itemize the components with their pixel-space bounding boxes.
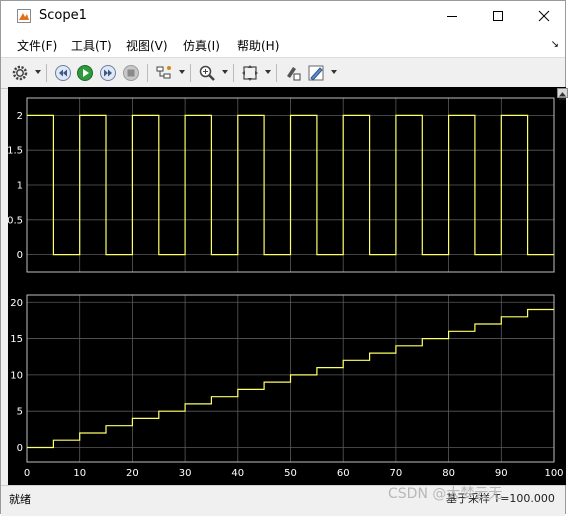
step-forward-icon bbox=[100, 65, 116, 81]
menu-bar: 文件(F) 工具(T) 视图(V) 仿真(I) 帮助(H) ↘ bbox=[1, 31, 565, 57]
y-tick-label: 0 bbox=[17, 250, 23, 261]
toolbar-separator bbox=[233, 64, 234, 82]
autoscale-icon bbox=[242, 65, 258, 81]
y-tick-label: 1 bbox=[17, 181, 23, 192]
x-tick-label: 50 bbox=[284, 468, 297, 479]
highlight-block-icon bbox=[287, 67, 301, 81]
signal-select-icon bbox=[156, 66, 171, 79]
undock-icon bbox=[558, 92, 567, 100]
x-tick-label: 100 bbox=[544, 468, 563, 479]
settings-dropdown-icon[interactable] bbox=[35, 70, 41, 74]
matlab-icon bbox=[17, 9, 31, 23]
style-button[interactable] bbox=[306, 63, 326, 83]
y-tick-label: 5 bbox=[17, 407, 23, 418]
autoscale-dropdown-icon[interactable] bbox=[265, 70, 271, 74]
stop-button[interactable] bbox=[121, 63, 141, 83]
zoom-button[interactable] bbox=[197, 63, 217, 83]
toolbar-separator bbox=[46, 64, 47, 82]
scope-plots[interactable]: 0 0.5 1 1.5 2 0 5 10 15 20 0 10 20 30 40 50 60 70 80 90 100 bbox=[7, 87, 566, 485]
x-tick-label: 0 bbox=[24, 468, 30, 479]
menu-dock-icon[interactable]: ↘ bbox=[551, 39, 559, 50]
plot-area: 0 0.5 1 1.5 2 0 5 10 15 20 0 10 20 30 40 50 60 70 80 90 100 bbox=[7, 87, 568, 485]
autoscale-button[interactable] bbox=[240, 63, 260, 83]
style-dropdown-icon[interactable] bbox=[331, 70, 337, 74]
x-tick-label: 40 bbox=[231, 468, 244, 479]
x-tick-label: 10 bbox=[73, 468, 86, 479]
highlight-block-button[interactable] bbox=[283, 63, 303, 83]
x-tick-label: 90 bbox=[495, 468, 508, 479]
menu-view[interactable]: 视图(V) bbox=[126, 37, 168, 54]
step-back-button[interactable] bbox=[53, 63, 73, 83]
signal-select-dropdown-icon[interactable] bbox=[179, 70, 185, 74]
y-tick-label: 20 bbox=[10, 298, 23, 309]
toolbar-separator bbox=[276, 64, 277, 82]
undock-button[interactable] bbox=[557, 88, 568, 100]
minimize-icon bbox=[447, 16, 457, 17]
y-tick-label: 0 bbox=[17, 443, 23, 454]
run-icon bbox=[77, 65, 93, 81]
upper-axes: 0 0.5 1 1.5 2 bbox=[7, 97, 555, 273]
x-tick-label: 70 bbox=[390, 468, 403, 479]
toolbar bbox=[1, 57, 565, 89]
zoom-dropdown-icon[interactable] bbox=[222, 70, 228, 74]
lower-axes: 0 5 10 15 20 0 10 20 30 40 50 60 70 80 90 100 bbox=[10, 294, 564, 479]
step-back-icon bbox=[55, 65, 71, 81]
menu-simulation[interactable]: 仿真(I) bbox=[183, 37, 220, 54]
y-tick-label: 1.5 bbox=[8, 146, 23, 157]
menu-help[interactable]: 帮助(H) bbox=[237, 37, 279, 54]
settings-button[interactable] bbox=[10, 63, 30, 83]
title-bar[interactable]: Scope1 bbox=[1, 1, 565, 31]
close-icon bbox=[538, 10, 550, 22]
scope-window: Scope1 文件(F) 工具(T) 视图(V) 仿真(I) 帮助(H) ↘ 0… bbox=[0, 0, 568, 516]
x-tick-label: 30 bbox=[179, 468, 192, 479]
square-wave-trace bbox=[27, 114, 554, 256]
style-icon bbox=[308, 65, 324, 81]
settings-icon bbox=[12, 65, 28, 81]
zoom-icon bbox=[199, 65, 215, 81]
menu-file[interactable]: 文件(F) bbox=[17, 37, 57, 54]
maximize-button[interactable] bbox=[475, 1, 521, 31]
run-button[interactable] bbox=[75, 63, 95, 83]
y-tick-label: 10 bbox=[10, 370, 23, 381]
y-tick-label: 2 bbox=[17, 111, 23, 122]
toolbar-separator bbox=[190, 64, 191, 82]
menu-tools[interactable]: 工具(T) bbox=[71, 37, 112, 54]
window-title: Scope1 bbox=[39, 8, 87, 23]
signal-select-button[interactable] bbox=[154, 63, 174, 83]
y-tick-label: 15 bbox=[10, 334, 23, 345]
maximize-icon bbox=[493, 11, 503, 21]
x-tick-label: 60 bbox=[337, 468, 350, 479]
close-button[interactable] bbox=[521, 1, 567, 31]
y-tick-label: 0.5 bbox=[8, 215, 23, 226]
minimize-button[interactable] bbox=[429, 1, 475, 31]
status-ready: 就绪 bbox=[9, 493, 31, 506]
x-tick-label: 20 bbox=[126, 468, 139, 479]
watermark: CSDN @大梦云无 bbox=[388, 486, 503, 502]
stop-icon bbox=[123, 65, 139, 81]
toolbar-separator bbox=[147, 64, 148, 82]
x-tick-label: 80 bbox=[442, 468, 455, 479]
step-forward-button[interactable] bbox=[98, 63, 118, 83]
